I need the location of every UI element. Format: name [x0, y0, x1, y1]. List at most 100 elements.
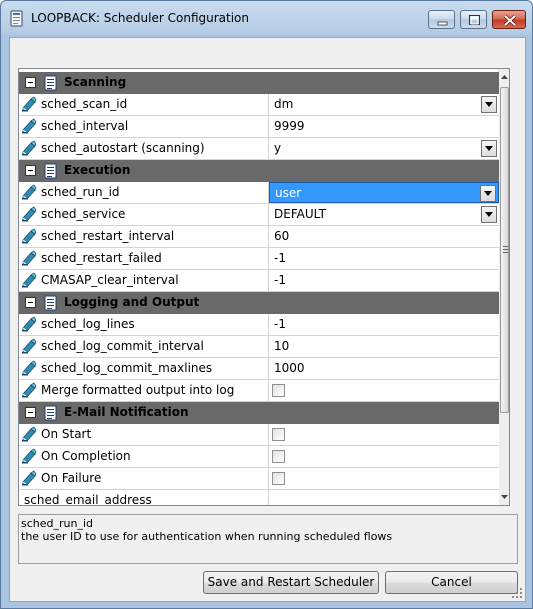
collapse-icon[interactable] — [25, 407, 36, 418]
property-name: sched_scan_id — [41, 97, 128, 111]
property-row[interactable]: sched_service DEFAULT — [19, 204, 499, 226]
section-header[interactable]: Scanning — [19, 72, 499, 94]
edit-pencil-icon — [21, 382, 37, 398]
property-value-cell[interactable] — [269, 490, 499, 505]
property-grid[interactable]: Scanning sched_scan_id dm sched_interval 999… — [18, 68, 510, 506]
dropdown-button[interactable] — [480, 185, 496, 202]
property-row[interactable]: sched_run_id user — [19, 182, 499, 204]
vertical-scrollbar[interactable] — [498, 69, 509, 505]
property-name: sched_email_address — [24, 493, 152, 506]
property-value-cell[interactable]: y — [269, 138, 499, 159]
property-value-cell[interactable]: -1 — [269, 248, 499, 269]
property-name: sched_interval — [41, 119, 129, 133]
maximize-button[interactable] — [460, 10, 487, 29]
property-row[interactable]: Merge formatted output into log — [19, 380, 499, 402]
property-name-cell[interactable]: sched_email_address — [19, 490, 269, 506]
property-value[interactable]: 9999 — [274, 119, 305, 133]
property-name-cell[interactable]: sched_log_commit_maxlines — [19, 358, 269, 379]
property-row[interactable]: On Failure — [19, 468, 499, 490]
cancel-button[interactable]: Cancel — [385, 571, 518, 594]
property-value-cell[interactable] — [269, 446, 499, 467]
property-value-cell[interactable]: dm — [269, 94, 499, 115]
property-checkbox[interactable] — [272, 428, 285, 441]
property-name-cell[interactable]: On Completion — [19, 446, 269, 467]
property-name-cell[interactable]: sched_scan_id — [19, 94, 269, 115]
property-row[interactable]: sched_autostart (scanning) y — [19, 138, 499, 160]
dropdown-button[interactable] — [481, 140, 497, 157]
category-icon — [44, 405, 58, 421]
property-value-cell[interactable] — [269, 424, 499, 445]
toolbar-area — [10, 38, 525, 64]
scroll-up-icon[interactable] — [501, 75, 508, 79]
resize-grip-icon[interactable] — [511, 587, 523, 599]
edit-pencil-icon — [21, 426, 37, 442]
scrollbar-thumb[interactable] — [500, 87, 509, 413]
property-value-cell[interactable]: -1 — [269, 270, 499, 291]
property-name-cell[interactable]: sched_service — [19, 204, 269, 225]
property-value[interactable]: -1 — [274, 317, 286, 331]
property-value[interactable]: y — [274, 141, 281, 155]
collapse-icon[interactable] — [25, 165, 36, 176]
property-name-cell[interactable]: On Start — [19, 424, 269, 445]
property-value-cell[interactable]: 1000 — [269, 358, 499, 379]
dropdown-button[interactable] — [481, 96, 497, 113]
property-row[interactable]: On Start — [19, 424, 499, 446]
property-name-cell[interactable]: sched_restart_failed — [19, 248, 269, 269]
section-header[interactable]: E-Mail Notification — [19, 402, 499, 424]
property-value[interactable]: DEFAULT — [274, 207, 326, 221]
close-button[interactable] — [492, 10, 526, 29]
property-name-cell[interactable]: sched_log_commit_interval — [19, 336, 269, 357]
property-name-cell[interactable]: sched_log_lines — [19, 314, 269, 335]
property-row[interactable]: sched_log_commit_interval 10 — [19, 336, 499, 358]
property-name-cell[interactable]: On Failure — [19, 468, 269, 489]
property-checkbox[interactable] — [272, 384, 285, 397]
property-name: CMASAP_clear_interval — [41, 273, 179, 287]
save-and-restart-button[interactable]: Save and Restart Scheduler — [203, 571, 379, 594]
title-bar[interactable]: LOOPBACK: Scheduler Configuration — [1, 1, 532, 37]
property-name: sched_log_commit_maxlines — [41, 361, 213, 375]
property-value[interactable]: dm — [274, 97, 293, 111]
property-checkbox[interactable] — [272, 472, 285, 485]
property-value[interactable]: 1000 — [274, 361, 305, 375]
property-value-cell[interactable]: DEFAULT — [269, 204, 499, 225]
property-name-cell[interactable]: sched_restart_interval — [19, 226, 269, 247]
scroll-down-icon[interactable] — [501, 495, 508, 499]
close-icon — [503, 14, 517, 27]
property-name-cell[interactable]: sched_autostart (scanning) — [19, 138, 269, 159]
property-row[interactable]: On Completion — [19, 446, 499, 468]
chevron-down-icon — [484, 191, 492, 196]
collapse-icon[interactable] — [25, 77, 36, 88]
property-row[interactable]: sched_email_address — [19, 490, 499, 506]
property-name-cell[interactable]: sched_run_id — [19, 182, 269, 203]
property-value[interactable]: -1 — [274, 273, 286, 287]
section-header[interactable]: Execution — [19, 160, 499, 182]
section-header[interactable]: Logging and Output — [19, 292, 499, 314]
chevron-down-icon — [485, 212, 493, 217]
property-name-cell[interactable]: sched_interval — [19, 116, 269, 137]
property-checkbox[interactable] — [272, 450, 285, 463]
property-row[interactable]: CMASAP_clear_interval -1 — [19, 270, 499, 292]
property-name-cell[interactable]: CMASAP_clear_interval — [19, 270, 269, 291]
property-value[interactable]: user — [275, 186, 301, 200]
property-row[interactable]: sched_restart_failed -1 — [19, 248, 499, 270]
property-row[interactable]: sched_log_commit_maxlines 1000 — [19, 358, 499, 380]
property-row[interactable]: sched_interval 9999 — [19, 116, 499, 138]
property-row[interactable]: sched_restart_interval 60 — [19, 226, 499, 248]
property-name-cell[interactable]: Merge formatted output into log — [19, 380, 269, 401]
property-name: sched_log_commit_interval — [41, 339, 204, 353]
collapse-icon[interactable] — [25, 297, 36, 308]
dropdown-button[interactable] — [481, 206, 497, 223]
property-row[interactable]: sched_log_lines -1 — [19, 314, 499, 336]
property-value-cell[interactable] — [269, 468, 499, 489]
property-value[interactable]: 10 — [274, 339, 289, 353]
property-value-cell[interactable]: 60 — [269, 226, 499, 247]
property-value-cell[interactable]: -1 — [269, 314, 499, 335]
property-value-cell[interactable]: 10 — [269, 336, 499, 357]
property-value-cell[interactable]: 9999 — [269, 116, 499, 137]
property-value-cell[interactable]: user — [269, 182, 499, 203]
property-row[interactable]: sched_scan_id dm — [19, 94, 499, 116]
property-value[interactable]: 60 — [274, 229, 289, 243]
property-value[interactable]: -1 — [274, 251, 286, 265]
minimize-button[interactable] — [428, 10, 455, 29]
property-value-cell[interactable] — [269, 380, 499, 401]
